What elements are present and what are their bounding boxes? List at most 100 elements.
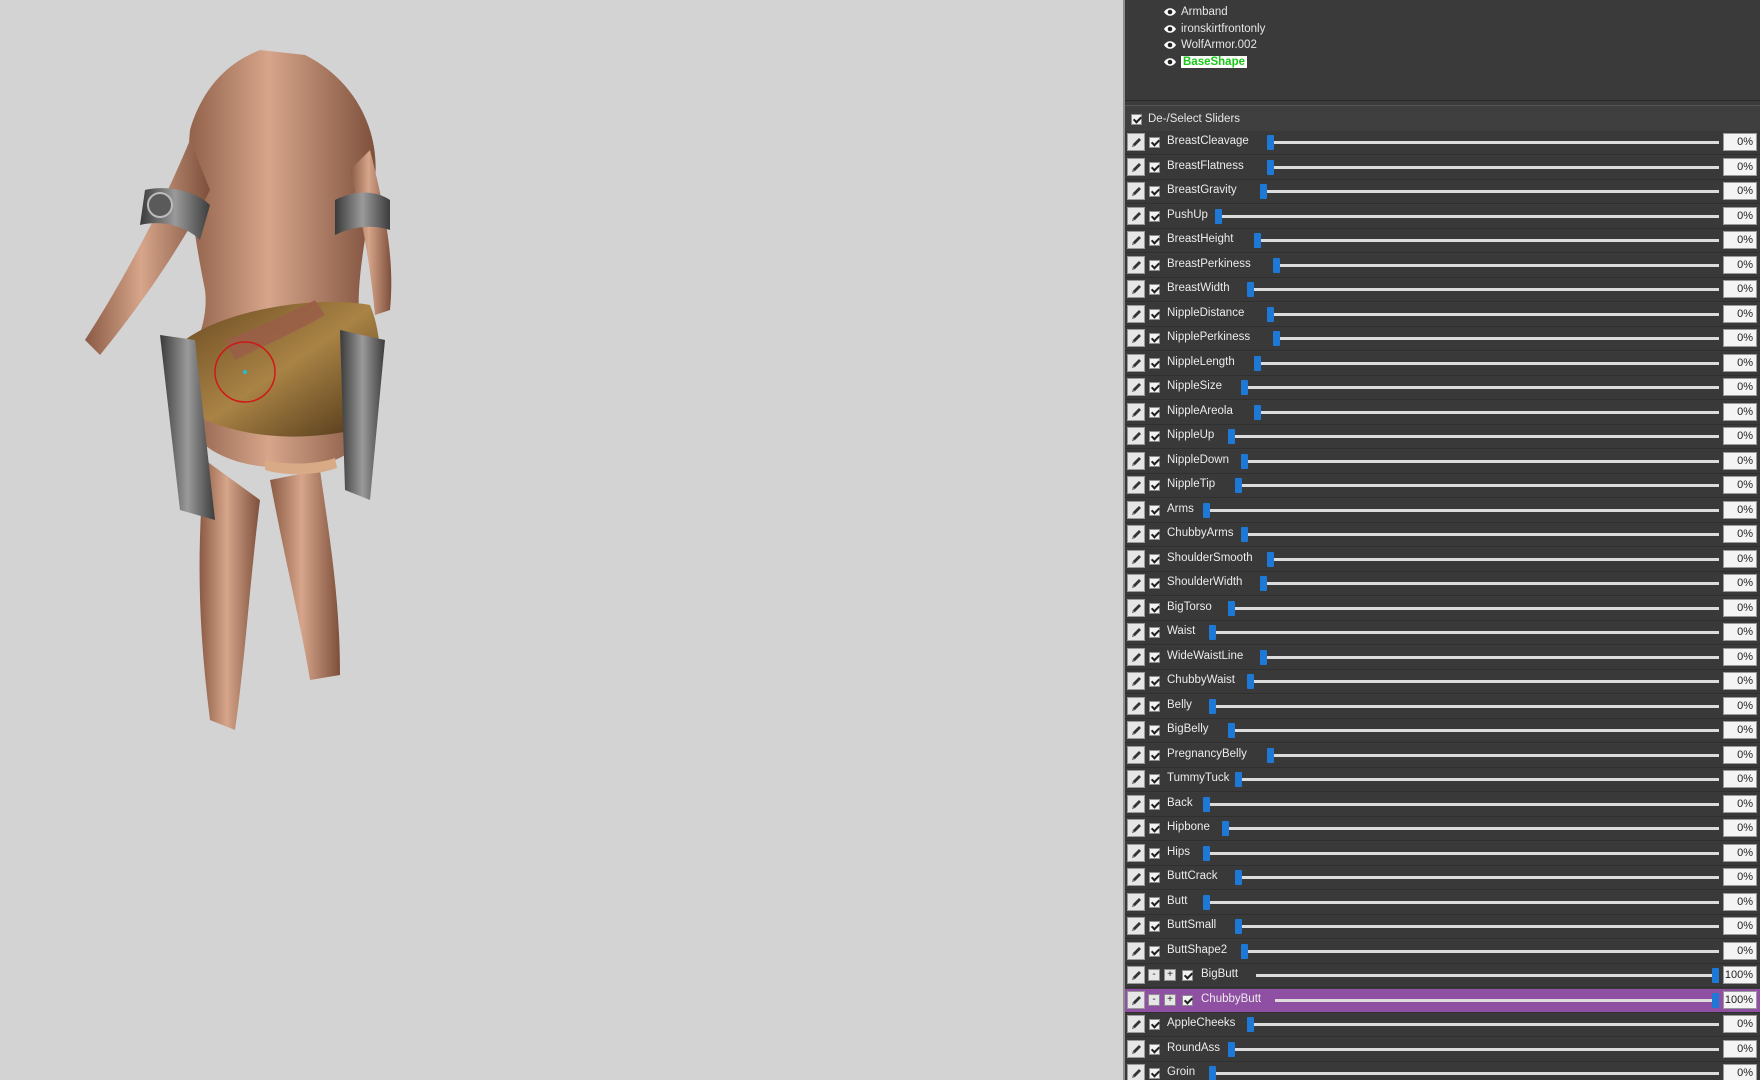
slider-handle[interactable] [1203,502,1210,518]
tree-item-armband[interactable]: Armband [1163,4,1228,20]
slider-value-field[interactable]: 0% [1723,892,1757,911]
pencil-icon[interactable] [1127,280,1145,298]
slider-track[interactable] [1241,533,1719,536]
pencil-icon[interactable] [1127,696,1145,715]
slider-track[interactable] [1228,606,1719,610]
slider-value-field[interactable]: 100% [1723,990,1757,1009]
slider-value-field[interactable]: 0% [1723,231,1757,249]
slider-value-field[interactable]: 0% [1723,133,1757,151]
slider-handle[interactable] [1267,306,1274,322]
slider-checkbox[interactable] [1149,1068,1160,1079]
slider-handle[interactable] [1228,723,1235,738]
slider-track[interactable] [1228,435,1719,438]
slider-handle[interactable] [1273,257,1280,273]
slider-handle[interactable] [1247,282,1254,297]
slider-checkbox[interactable] [1149,921,1160,932]
slider-handle[interactable] [1712,992,1719,1008]
slider-track[interactable] [1254,239,1719,242]
slider-track[interactable] [1209,1072,1719,1075]
slider-track[interactable] [1260,655,1719,659]
slider-value-field[interactable]: 0% [1723,304,1757,323]
slider-handle[interactable] [1228,429,1235,444]
slider-value-field[interactable]: 0% [1723,378,1757,396]
slider-checkbox[interactable] [1149,774,1160,785]
slider-handle[interactable] [1235,478,1242,493]
slider-checkbox[interactable] [1149,210,1160,222]
slider-value-field[interactable]: 0% [1723,329,1757,347]
slider-checkbox[interactable] [1149,627,1160,638]
pencil-icon[interactable] [1127,1039,1145,1058]
pencil-icon[interactable] [1127,770,1145,788]
pencil-icon[interactable] [1127,182,1145,200]
slider-track[interactable] [1267,312,1719,316]
slider-value-field[interactable]: 0% [1723,182,1757,200]
pencil-icon[interactable] [1127,672,1145,690]
pencil-icon[interactable] [1127,451,1145,470]
slider-checkbox[interactable] [1149,553,1160,565]
slider-track[interactable] [1254,361,1719,365]
slider-checkbox[interactable] [1149,137,1160,148]
slider-track[interactable] [1215,214,1719,218]
tree-item-baseshape[interactable]: BaseShape [1163,54,1248,70]
slider-value-field[interactable]: 0% [1723,696,1757,715]
slider-handle[interactable] [1209,1066,1216,1080]
slider-value-field[interactable]: 0% [1723,157,1757,176]
pencil-icon[interactable] [1127,476,1145,494]
slider-value-field[interactable]: 0% [1723,280,1757,298]
slider-track[interactable] [1256,974,1719,977]
pencil-icon[interactable] [1127,721,1145,739]
pencil-icon[interactable] [1127,868,1145,886]
slider-checkbox[interactable] [1149,259,1160,271]
slider-track[interactable] [1235,778,1719,781]
slider-value-field[interactable]: 0% [1723,255,1757,274]
slider-checkbox[interactable] [1149,284,1160,295]
eye-icon[interactable] [1163,55,1177,69]
slider-value-field[interactable]: 0% [1723,549,1757,568]
slider-value-field[interactable]: 0% [1723,353,1757,372]
slider-handle[interactable] [1267,747,1274,763]
pencil-icon[interactable] [1127,549,1145,568]
slider-checkbox[interactable] [1149,161,1160,173]
slider-handle[interactable] [1215,208,1222,224]
slider-value-field[interactable]: 0% [1723,525,1757,543]
slider-checkbox[interactable] [1149,578,1160,589]
eye-icon[interactable] [1163,5,1177,19]
slider-track[interactable] [1260,582,1719,585]
pencil-icon[interactable] [1127,574,1145,592]
pencil-icon[interactable] [1127,1064,1145,1080]
pencil-icon[interactable] [1127,892,1145,911]
slider-track[interactable] [1235,925,1719,928]
pencil-icon[interactable] [1127,402,1145,421]
slider-handle[interactable] [1267,159,1274,175]
slider-track[interactable] [1209,631,1719,634]
character-model[interactable] [85,40,465,760]
slider-checkbox[interactable] [1149,896,1160,908]
slider-value-field[interactable]: 0% [1723,672,1757,690]
slider-handle[interactable] [1203,845,1210,861]
slider-checkbox[interactable] [1182,994,1193,1006]
eye-icon[interactable] [1163,38,1177,52]
slider-track[interactable] [1203,802,1719,806]
slider-checkbox[interactable] [1149,529,1160,540]
slider-track[interactable] [1267,753,1719,757]
slider-track[interactable] [1209,704,1719,708]
slider-checkbox[interactable] [1149,308,1160,320]
slider-checkbox[interactable] [1149,382,1160,393]
pencil-icon[interactable] [1127,966,1145,984]
slider-track[interactable] [1241,386,1719,389]
slider-handle[interactable] [1247,674,1254,689]
slider-value-field[interactable]: 0% [1723,868,1757,886]
slider-value-field[interactable]: 0% [1723,819,1757,837]
slider-checkbox[interactable] [1149,1019,1160,1030]
slider-checkbox[interactable] [1149,480,1160,491]
slider-checkbox[interactable] [1149,847,1160,859]
pencil-icon[interactable] [1127,378,1145,396]
pencil-icon[interactable] [1127,819,1145,837]
slider-value-field[interactable]: 0% [1723,451,1757,470]
slider-checkbox[interactable] [1149,455,1160,467]
slider-checkbox[interactable] [1149,431,1160,442]
slider-value-field[interactable]: 0% [1723,770,1757,788]
slider-handle[interactable] [1235,919,1242,934]
slider-handle[interactable] [1203,796,1210,812]
pencil-icon[interactable] [1127,598,1145,617]
